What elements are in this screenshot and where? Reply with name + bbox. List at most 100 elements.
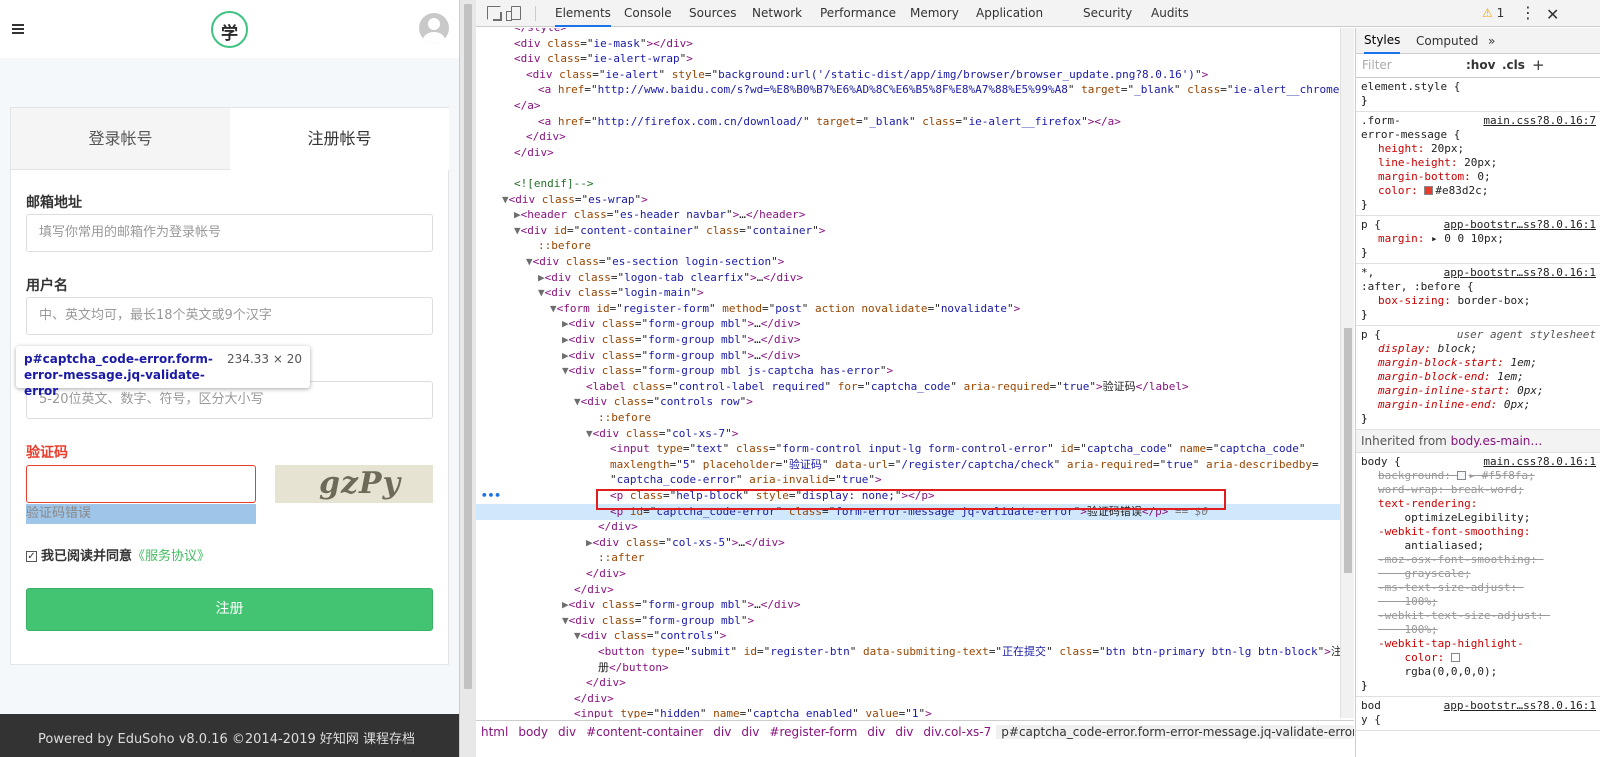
scrollbar-thumb[interactable] [464, 4, 472, 689]
style-rule[interactable]: p {app-bootstr…ss?8.0.16:1 margin: ▸ 0 0 … [1356, 216, 1600, 264]
breadcrumb-item[interactable]: div.col-xs-7 [918, 725, 996, 739]
new-rule-button[interactable]: + [1532, 56, 1545, 74]
style-rule[interactable]: p {user agent stylesheet display: block; m… [1356, 326, 1600, 430]
css-property[interactable]: -ms-text-size-adjust: 100%; [1361, 581, 1596, 609]
tab-console[interactable]: Console [624, 0, 672, 27]
breadcrumb-item[interactable]: div [862, 725, 890, 739]
dom-node[interactable]: 册</button> [476, 660, 1340, 676]
dom-node[interactable]: ▼<div class="form-group mbl js-captcha h… [476, 363, 1340, 379]
style-rule[interactable]: .form- error-message {main.css?8.0.16:7 h… [1356, 112, 1600, 216]
rule-source-link[interactable]: app-bootstr…ss?8.0.16:1 [1444, 699, 1596, 713]
captcha-field[interactable] [26, 465, 256, 503]
dom-node[interactable]: ▼<div class="es-section login-section"> [476, 254, 1340, 270]
dom-node[interactable]: </div> [476, 129, 1340, 145]
dom-node[interactable]: <div class="ie-mask"></div> [476, 36, 1340, 52]
css-property[interactable]: display: block; [1361, 342, 1596, 356]
dom-node[interactable]: ▼<div class="form-group mbl"> [476, 613, 1340, 629]
register-button[interactable]: 注册 [26, 588, 433, 631]
dom-node[interactable]: ▼<div class="es-wrap"> [476, 192, 1340, 208]
breadcrumb-item[interactable]: html [476, 725, 513, 739]
dom-node[interactable]: ▶<div class="form-group mbl">…</div> [476, 332, 1340, 348]
captcha-image[interactable]: gzPy [275, 465, 433, 503]
css-property[interactable]: background: ▸ #f5f8fa; [1361, 469, 1596, 483]
terms-link[interactable]: 《服务协议》 [132, 549, 210, 564]
rule-source-link[interactable]: main.css?8.0.16:7 [1483, 114, 1596, 128]
dom-node[interactable]: ▼<div class="controls row"> [476, 394, 1340, 410]
elements-tree[interactable]: </style><div class="ie-mask"></div><div … [476, 28, 1340, 718]
close-icon[interactable]: ✕ [1546, 5, 1559, 24]
breadcrumb-item[interactable]: div [553, 725, 581, 739]
tab-register[interactable]: 注册帐号 [230, 108, 449, 170]
breadcrumb-item[interactable]: p#captcha_code-error.form-error-message.… [996, 725, 1354, 739]
css-property[interactable]: -webkit-tap-highlight- color: rgba(0,0,0… [1361, 637, 1596, 679]
dom-node[interactable]: </div> [476, 675, 1340, 691]
color-swatch-icon[interactable] [1424, 186, 1434, 195]
style-rule[interactable]: bod y {app-bootstr…ss?8.0.16:1 [1356, 697, 1600, 731]
rule-source-link[interactable]: app-bootstr…ss?8.0.16:1 [1444, 266, 1596, 280]
color-swatch-icon[interactable] [1457, 471, 1467, 480]
avatar[interactable] [419, 13, 449, 43]
dom-node[interactable]: </div> [476, 691, 1340, 707]
elements-scrollbar[interactable] [1340, 28, 1354, 718]
breadcrumb-item[interactable]: #content-container [581, 725, 708, 739]
dom-node[interactable]: ▼<div class="controls"> [476, 628, 1340, 644]
elements-scrollbar-thumb[interactable] [1344, 328, 1352, 573]
breadcrumb-item[interactable]: div [890, 725, 918, 739]
css-property[interactable]: margin-inline-start: 0px; [1361, 384, 1596, 398]
tab-security[interactable]: Security [1083, 0, 1132, 27]
tab-more[interactable]: » [1488, 28, 1495, 54]
tab-sources[interactable]: Sources [689, 0, 736, 27]
hov-toggle[interactable]: :hov [1466, 58, 1495, 72]
site-logo[interactable]: 学 [211, 11, 248, 48]
css-property[interactable]: line-height: 20px; [1361, 156, 1596, 170]
dom-node[interactable]: </div> [476, 566, 1340, 582]
css-property[interactable]: margin-block-start: 1em; [1361, 356, 1596, 370]
tab-application[interactable]: Application [976, 0, 1043, 27]
dom-node[interactable]: <input type="text" class="form-control i… [476, 441, 1340, 457]
css-property[interactable]: margin: ▸ 0 0 10px; [1361, 232, 1596, 246]
dom-node[interactable]: <div class="ie-alert-wrap"> [476, 51, 1340, 67]
css-property[interactable]: margin-bottom: 0; [1361, 170, 1596, 184]
dom-node[interactable]: <div class="ie-alert" style="background:… [476, 67, 1340, 83]
dom-node[interactable]: <![endif]--> [476, 176, 1340, 192]
dom-node[interactable]: ::before [476, 410, 1340, 426]
breadcrumb-item[interactable]: div [708, 725, 736, 739]
page-scrollbar[interactable] [459, 0, 476, 757]
dom-node[interactable]: <label class="control-label required" fo… [476, 379, 1340, 395]
dom-node[interactable]: <input type="hidden" name="captcha_enabl… [476, 706, 1340, 718]
dom-node[interactable]: ▶<div class="col-xs-5">…</div> [476, 535, 1340, 551]
dom-node[interactable]: <button type="submit" id="register-btn" … [476, 644, 1340, 660]
menu-icon[interactable] [12, 24, 24, 34]
inspect-element-icon[interactable] [487, 6, 501, 20]
dom-node[interactable]: ▼<div id="content-container" class="cont… [476, 223, 1340, 239]
dom-node[interactable]: ▶<div class="form-group mbl">…</div> [476, 316, 1340, 332]
breadcrumb-item[interactable]: div [736, 725, 764, 739]
dom-node[interactable]: <a href="http://www.baidu.com/s?wd=%E8%B… [476, 82, 1340, 98]
css-property[interactable]: box-sizing: border-box; [1361, 294, 1596, 308]
css-property[interactable]: -moz-osx-font-smoothing: grayscale; [1361, 553, 1596, 581]
tab-performance[interactable]: Performance [820, 0, 896, 27]
css-property[interactable]: -webkit-font-smoothing: antialiased; [1361, 525, 1596, 553]
node-actions-icon[interactable]: ••• [481, 489, 501, 502]
cls-toggle[interactable]: .cls [1502, 58, 1525, 72]
dom-node[interactable]: <a href="http://firefox.com.cn/download/… [476, 114, 1340, 130]
tab-elements[interactable]: Elements [555, 0, 611, 27]
tab-login[interactable]: 登录帐号 [11, 108, 230, 170]
dom-node[interactable]: ▶<div class="form-group mbl">…</div> [476, 348, 1340, 364]
css-property[interactable]: height: 20px; [1361, 142, 1596, 156]
agree-checkbox[interactable]: ✓ [26, 551, 37, 562]
breadcrumb-item[interactable]: body [513, 725, 553, 739]
dom-node[interactable]: ::before [476, 238, 1340, 254]
styles-filter-input[interactable]: Filter [1362, 58, 1392, 72]
rule-source-link[interactable]: main.css?8.0.16:1 [1483, 455, 1596, 469]
css-property[interactable]: margin-block-end: 1em; [1361, 370, 1596, 384]
css-property[interactable]: color: #e83d2c; [1361, 184, 1596, 198]
dom-node[interactable]: ▼<div class="login-main"> [476, 285, 1340, 301]
css-property[interactable]: margin-inline-end: 0px; [1361, 398, 1596, 412]
dom-node[interactable] [476, 160, 1340, 176]
dom-node[interactable]: ▼<div class="col-xs-7"> [476, 426, 1340, 442]
dom-node[interactable]: ▼<form id="register-form" method="post" … [476, 301, 1340, 317]
tab-network[interactable]: Network [752, 0, 802, 27]
dom-node[interactable]: maxlength="5" placeholder="验证码" data-url… [476, 457, 1340, 473]
dom-node[interactable]: ▶<header class="es-header navbar">…</hea… [476, 207, 1340, 223]
